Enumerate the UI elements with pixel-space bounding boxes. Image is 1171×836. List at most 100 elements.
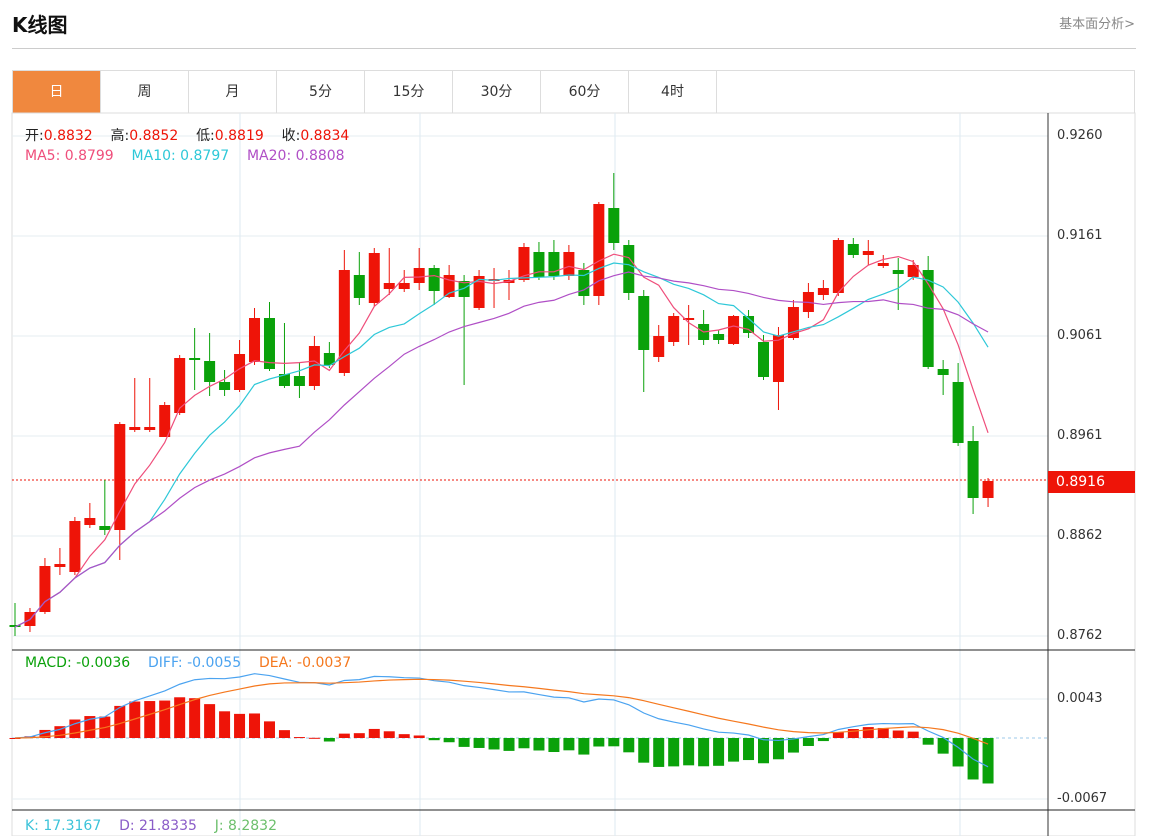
candle-body bbox=[772, 335, 784, 382]
candle-body bbox=[144, 427, 156, 430]
macd-bar bbox=[787, 738, 799, 753]
candle-body bbox=[159, 405, 171, 437]
macd-bar bbox=[533, 738, 545, 751]
kdj-info: K: 17.3167 D: 21.8335 J: 8.2832 bbox=[25, 818, 277, 834]
macd-bar bbox=[758, 738, 769, 764]
k-value: K: 17.3167 bbox=[25, 818, 102, 834]
macd-bar bbox=[623, 738, 635, 753]
ma20-line bbox=[14, 271, 989, 628]
current-price-label: 0.8916 bbox=[1048, 471, 1135, 493]
macd-bar bbox=[952, 738, 964, 767]
macd-bar bbox=[608, 738, 620, 747]
macd-bar bbox=[653, 738, 665, 767]
candle-body bbox=[84, 518, 96, 525]
macd-tick: -0.0067 bbox=[1057, 791, 1108, 806]
candle-body bbox=[99, 526, 111, 530]
candle-body bbox=[263, 318, 275, 369]
macd-bar bbox=[323, 738, 335, 742]
candle-body bbox=[249, 318, 261, 362]
candle-body bbox=[653, 336, 665, 357]
macd-bar bbox=[249, 713, 261, 738]
candle-body bbox=[69, 521, 81, 572]
candle-body bbox=[383, 283, 395, 289]
price-tick: 0.9260 bbox=[1057, 128, 1103, 143]
candle-body bbox=[204, 361, 216, 382]
macd-bar bbox=[862, 727, 874, 738]
macd-bar bbox=[293, 737, 305, 739]
macd-bar bbox=[668, 738, 680, 767]
macd-bar bbox=[144, 701, 156, 738]
macd-bar bbox=[802, 738, 814, 746]
candle-body bbox=[758, 342, 769, 377]
macd-bar bbox=[398, 734, 410, 738]
candle-body bbox=[39, 566, 51, 612]
candle-body bbox=[114, 424, 126, 530]
macd-bar bbox=[683, 738, 695, 766]
macd-bar bbox=[278, 730, 290, 738]
candle-body bbox=[338, 270, 350, 373]
macd-bar bbox=[204, 704, 216, 738]
macd-bar bbox=[743, 738, 755, 761]
macd-bar bbox=[548, 738, 560, 753]
close-label: 收: bbox=[281, 128, 301, 144]
macd-bar bbox=[368, 728, 380, 738]
macd-bar bbox=[263, 721, 275, 738]
macd-bar bbox=[593, 738, 605, 747]
candle-body bbox=[862, 251, 874, 255]
ma20-value: MA20: 0.8808 bbox=[246, 148, 345, 164]
macd-info: MACD: -0.0036 DIFF: -0.0055 DEA: -0.0037 bbox=[25, 655, 351, 671]
diff-value: DIFF: -0.0055 bbox=[147, 655, 242, 671]
macd-bar bbox=[308, 737, 320, 739]
macd-bar bbox=[713, 738, 725, 766]
candle-body bbox=[668, 316, 680, 342]
high-label: 高: bbox=[110, 128, 130, 144]
candle-body bbox=[293, 376, 305, 386]
macd-bar bbox=[428, 738, 440, 741]
candle-body bbox=[353, 275, 365, 298]
candle-body bbox=[847, 244, 859, 255]
macd-bar bbox=[817, 738, 829, 742]
candle-body bbox=[728, 316, 740, 344]
candle-body bbox=[189, 358, 201, 360]
macd-bar bbox=[383, 731, 395, 738]
candle-body bbox=[608, 208, 620, 243]
macd-bar bbox=[518, 738, 530, 749]
macd-bar bbox=[892, 730, 904, 738]
high-value: 0.8852 bbox=[129, 128, 179, 144]
dea-value: DEA: -0.0037 bbox=[258, 655, 352, 671]
macd-bar bbox=[922, 738, 934, 745]
candle-body bbox=[982, 481, 994, 498]
candle-body bbox=[428, 268, 440, 291]
candle-body bbox=[129, 427, 141, 430]
candle-body bbox=[623, 245, 635, 293]
macd-bar bbox=[638, 738, 650, 763]
ma-info: MA5: 0.8799 MA10: 0.8797 MA20: 0.8808 bbox=[25, 148, 345, 164]
macd-value: MACD: -0.0036 bbox=[25, 655, 131, 671]
macd-bar bbox=[563, 738, 575, 751]
macd-bar bbox=[578, 738, 590, 755]
low-value: 0.8819 bbox=[214, 128, 264, 144]
candle-body bbox=[593, 204, 605, 296]
candle-body bbox=[638, 296, 650, 350]
macd-bar bbox=[698, 738, 710, 767]
macd-bar bbox=[473, 738, 485, 748]
macd-bar bbox=[907, 731, 919, 738]
d-value: D: 21.8335 bbox=[119, 818, 197, 834]
macd-bar bbox=[728, 738, 740, 762]
macd-bar bbox=[219, 711, 231, 738]
ma5-line bbox=[14, 253, 989, 628]
candle-body bbox=[398, 283, 410, 289]
price-tick: 0.9061 bbox=[1057, 328, 1103, 343]
candle-body bbox=[877, 263, 889, 266]
open-label: 开: bbox=[25, 128, 44, 144]
candle-body bbox=[54, 564, 66, 567]
candle-body bbox=[368, 253, 380, 303]
price-tick: 0.8762 bbox=[1057, 628, 1103, 643]
candle-body bbox=[832, 240, 844, 293]
candle-body bbox=[219, 382, 231, 390]
ohlc-info: 开:0.8832 高:0.8852 低:0.8819 收:0.8834 bbox=[25, 125, 349, 145]
macd-bar bbox=[413, 735, 425, 738]
close-value: 0.8834 bbox=[300, 128, 350, 144]
price-tick: 0.9161 bbox=[1057, 228, 1103, 243]
j-value: J: 8.2832 bbox=[214, 818, 278, 834]
